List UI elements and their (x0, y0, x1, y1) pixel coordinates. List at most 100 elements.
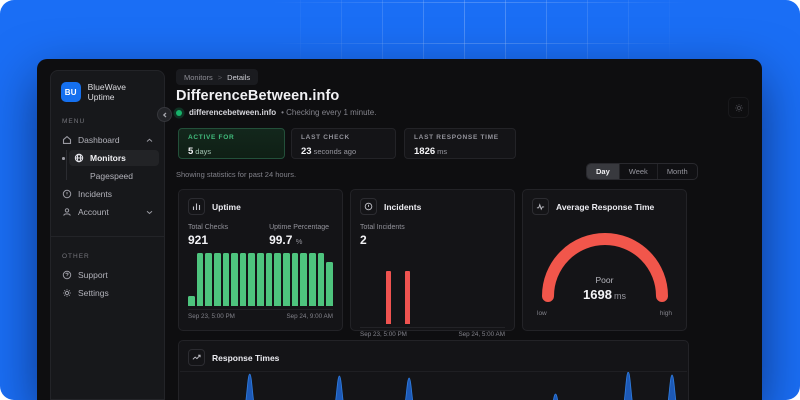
sidebar-collapse-button[interactable] (157, 107, 172, 122)
sidebar-item-label: Incidents (78, 189, 113, 199)
uptime-card-title: Uptime (212, 201, 241, 212)
stats-range-note: Showing statistics for past 24 hours. (176, 170, 297, 179)
stat-label: ACTIVE FOR (188, 134, 235, 141)
period-segmented-control: Day Week Month (586, 163, 698, 180)
incidents-bar-chart (360, 271, 505, 324)
uptime-bar (257, 253, 264, 306)
incident-bar (404, 271, 410, 324)
sidebar-item-label: Account (78, 207, 109, 217)
uptime-bar (188, 296, 195, 306)
response-card-title: Response Times (212, 352, 280, 363)
gauge-value-row: 1698 ms (532, 286, 677, 304)
breadcrumb-monitors-link[interactable]: Monitors (184, 73, 213, 82)
total-incidents-value: 2 (360, 233, 367, 247)
user-icon (63, 208, 71, 216)
alert-circle-icon (62, 189, 72, 199)
stat-card-last-response-time: LAST RESPONSE TIME 1826 ms (404, 128, 516, 159)
incidents-x-axis: Sep 23, 5:00 PM Sep 24, 5:00 AM (360, 327, 505, 338)
uptime-bar (231, 253, 238, 306)
average-response-time-card: Average Response Time Poor 1698 ms low hi… (522, 189, 687, 331)
gauge-low-label: low (537, 310, 547, 317)
uptime-bar (283, 253, 290, 306)
total-incidents-label: Total Incidents (360, 224, 405, 231)
stat-card-last-check: LAST CHECK 23 seconds ago (291, 128, 396, 159)
sidebar-other-label: OTHER (62, 253, 90, 260)
sidebar-item-label: Monitors (90, 153, 126, 163)
uptime-bar (308, 253, 316, 306)
response-time-gauge: Poor 1698 ms low high (532, 229, 677, 317)
uptime-bar (196, 253, 204, 306)
uptime-bar (326, 262, 333, 306)
stat-label: LAST CHECK (301, 134, 350, 141)
sidebar-item-label: Pagespeed (90, 171, 134, 181)
gauge-unit: ms (613, 291, 626, 301)
sidebar-item-settings[interactable]: Settings (56, 285, 159, 301)
status-up-dot (176, 109, 182, 116)
uptime-bar (239, 253, 247, 306)
monitor-status-line: differencebetween.info • Checking every … (176, 108, 376, 117)
trend-line-icon (188, 349, 205, 366)
uptime-bar (317, 253, 325, 306)
period-week-button[interactable]: Week (620, 164, 658, 179)
sidebar-item-pagespeed[interactable]: Pagespeed (69, 168, 159, 184)
page-title: DifferenceBetween.info (176, 88, 340, 104)
gear-icon (63, 289, 71, 297)
response-card-header: Response Times (188, 349, 679, 366)
alert-circle-icon (360, 198, 377, 215)
bar-chart-icon (188, 198, 205, 215)
sidebar-item-label: Settings (78, 288, 109, 298)
uptime-bar (205, 253, 212, 306)
home-icon (62, 135, 72, 144)
active-item-dot (62, 157, 65, 160)
activity-icon (532, 198, 549, 215)
gauge-high-label: high (659, 310, 672, 317)
app-logo-row: BU BlueWave Uptime (51, 71, 164, 102)
gauge-status-text: Poor (595, 275, 614, 285)
sidebar-menu-label: MENU (62, 118, 86, 125)
stat-suffix: ms (437, 147, 448, 156)
breadcrumb-details: Details (227, 72, 251, 82)
axis-start-label: Sep 23, 5:00 PM (360, 331, 407, 338)
incidents-card-title: Incidents (384, 201, 422, 212)
sidebar: BU BlueWave Uptime MENU Dashboard Monito… (50, 70, 172, 400)
gauge-card-title: Average Response Time (556, 201, 655, 212)
stat-suffix: seconds ago (313, 147, 357, 156)
sidebar-item-dashboard[interactable]: Dashboard (56, 132, 159, 148)
uptime-bar (300, 253, 307, 306)
sidebar-item-incidents[interactable]: Incidents (56, 186, 159, 202)
response-times-card: Response Times (178, 340, 689, 400)
total-checks-value: 921 (188, 233, 209, 247)
sidebar-item-support[interactable]: Support (56, 267, 159, 283)
uptime-x-axis: Sep 23, 5:00 PM Sep 24, 9:00 AM (188, 309, 333, 320)
uptime-bar (213, 253, 221, 306)
uptime-card: Uptime Total Checks 921 Uptime Percentag… (178, 189, 343, 331)
breadcrumb: Monitors > Details (176, 69, 259, 85)
gauge-card-header: Average Response Time (532, 198, 677, 215)
stat-suffix: days (195, 147, 212, 156)
breadcrumb-separator: > (217, 72, 223, 82)
monitor-host: differencebetween.info (189, 108, 277, 117)
sidebar-other-section: OTHER Support Settings (51, 236, 164, 301)
incident-bar (386, 271, 392, 324)
axis-end-label: Sep 24, 5:00 AM (458, 331, 505, 338)
period-month-button[interactable]: Month (658, 164, 697, 179)
monitor-configure-button[interactable] (728, 97, 749, 118)
app-name: BlueWave Uptime (87, 82, 127, 102)
uptime-bar (265, 253, 273, 306)
sidebar-item-account[interactable]: Account (56, 204, 159, 220)
uptime-bar (274, 253, 282, 306)
stat-value: 23 (301, 146, 312, 157)
chevron-left-icon (162, 112, 166, 117)
stat-value: 5 (188, 146, 194, 157)
period-day-button[interactable]: Day (587, 164, 620, 179)
stat-label: LAST RESPONSE TIME (414, 134, 499, 141)
chevron-up-icon (146, 138, 153, 142)
incidents-card-header: Incidents (360, 198, 505, 215)
sidebar-item-monitors[interactable]: Monitors (62, 150, 159, 166)
percent-suffix: % (295, 237, 303, 246)
uptime-bar (291, 253, 299, 306)
sidebar-item-label: Support (78, 270, 108, 280)
globe-icon (74, 153, 84, 163)
response-times-area-chart (180, 371, 687, 400)
uptime-card-header: Uptime (188, 198, 333, 215)
